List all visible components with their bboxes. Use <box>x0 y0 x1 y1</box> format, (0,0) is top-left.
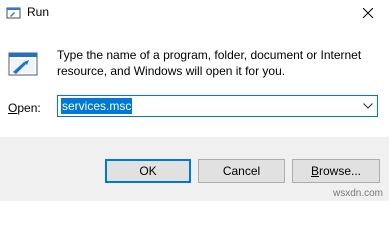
window-title: Run <box>27 5 50 19</box>
watermark: wsxdn.com <box>332 188 383 199</box>
browse-label-rest: rowse... <box>319 164 362 178</box>
cancel-button[interactable]: Cancel <box>198 159 285 183</box>
open-label-rest: pen: <box>17 101 41 115</box>
run-icon <box>6 5 21 20</box>
close-button[interactable] <box>347 0 389 26</box>
browse-button[interactable]: Browse... <box>292 159 380 183</box>
run-large-icon <box>7 48 40 81</box>
dialog-body: Type the name of a program, folder, docu… <box>0 26 389 137</box>
chevron-down-icon <box>363 103 373 109</box>
button-bar: OK Cancel Browse... wsxdn.com <box>0 137 389 201</box>
open-combobox[interactable]: services.msc <box>57 95 378 117</box>
open-label-accelerator: O <box>8 101 18 115</box>
open-label: Open: <box>8 101 41 115</box>
ok-button[interactable]: OK <box>105 159 191 183</box>
description-text: Type the name of a program, folder, docu… <box>57 48 362 78</box>
title-bar[interactable]: Run <box>0 0 389 26</box>
close-icon <box>363 8 373 18</box>
open-input-value[interactable]: services.msc <box>61 98 133 114</box>
dropdown-button[interactable] <box>359 96 377 116</box>
browse-accelerator: B <box>310 164 319 178</box>
